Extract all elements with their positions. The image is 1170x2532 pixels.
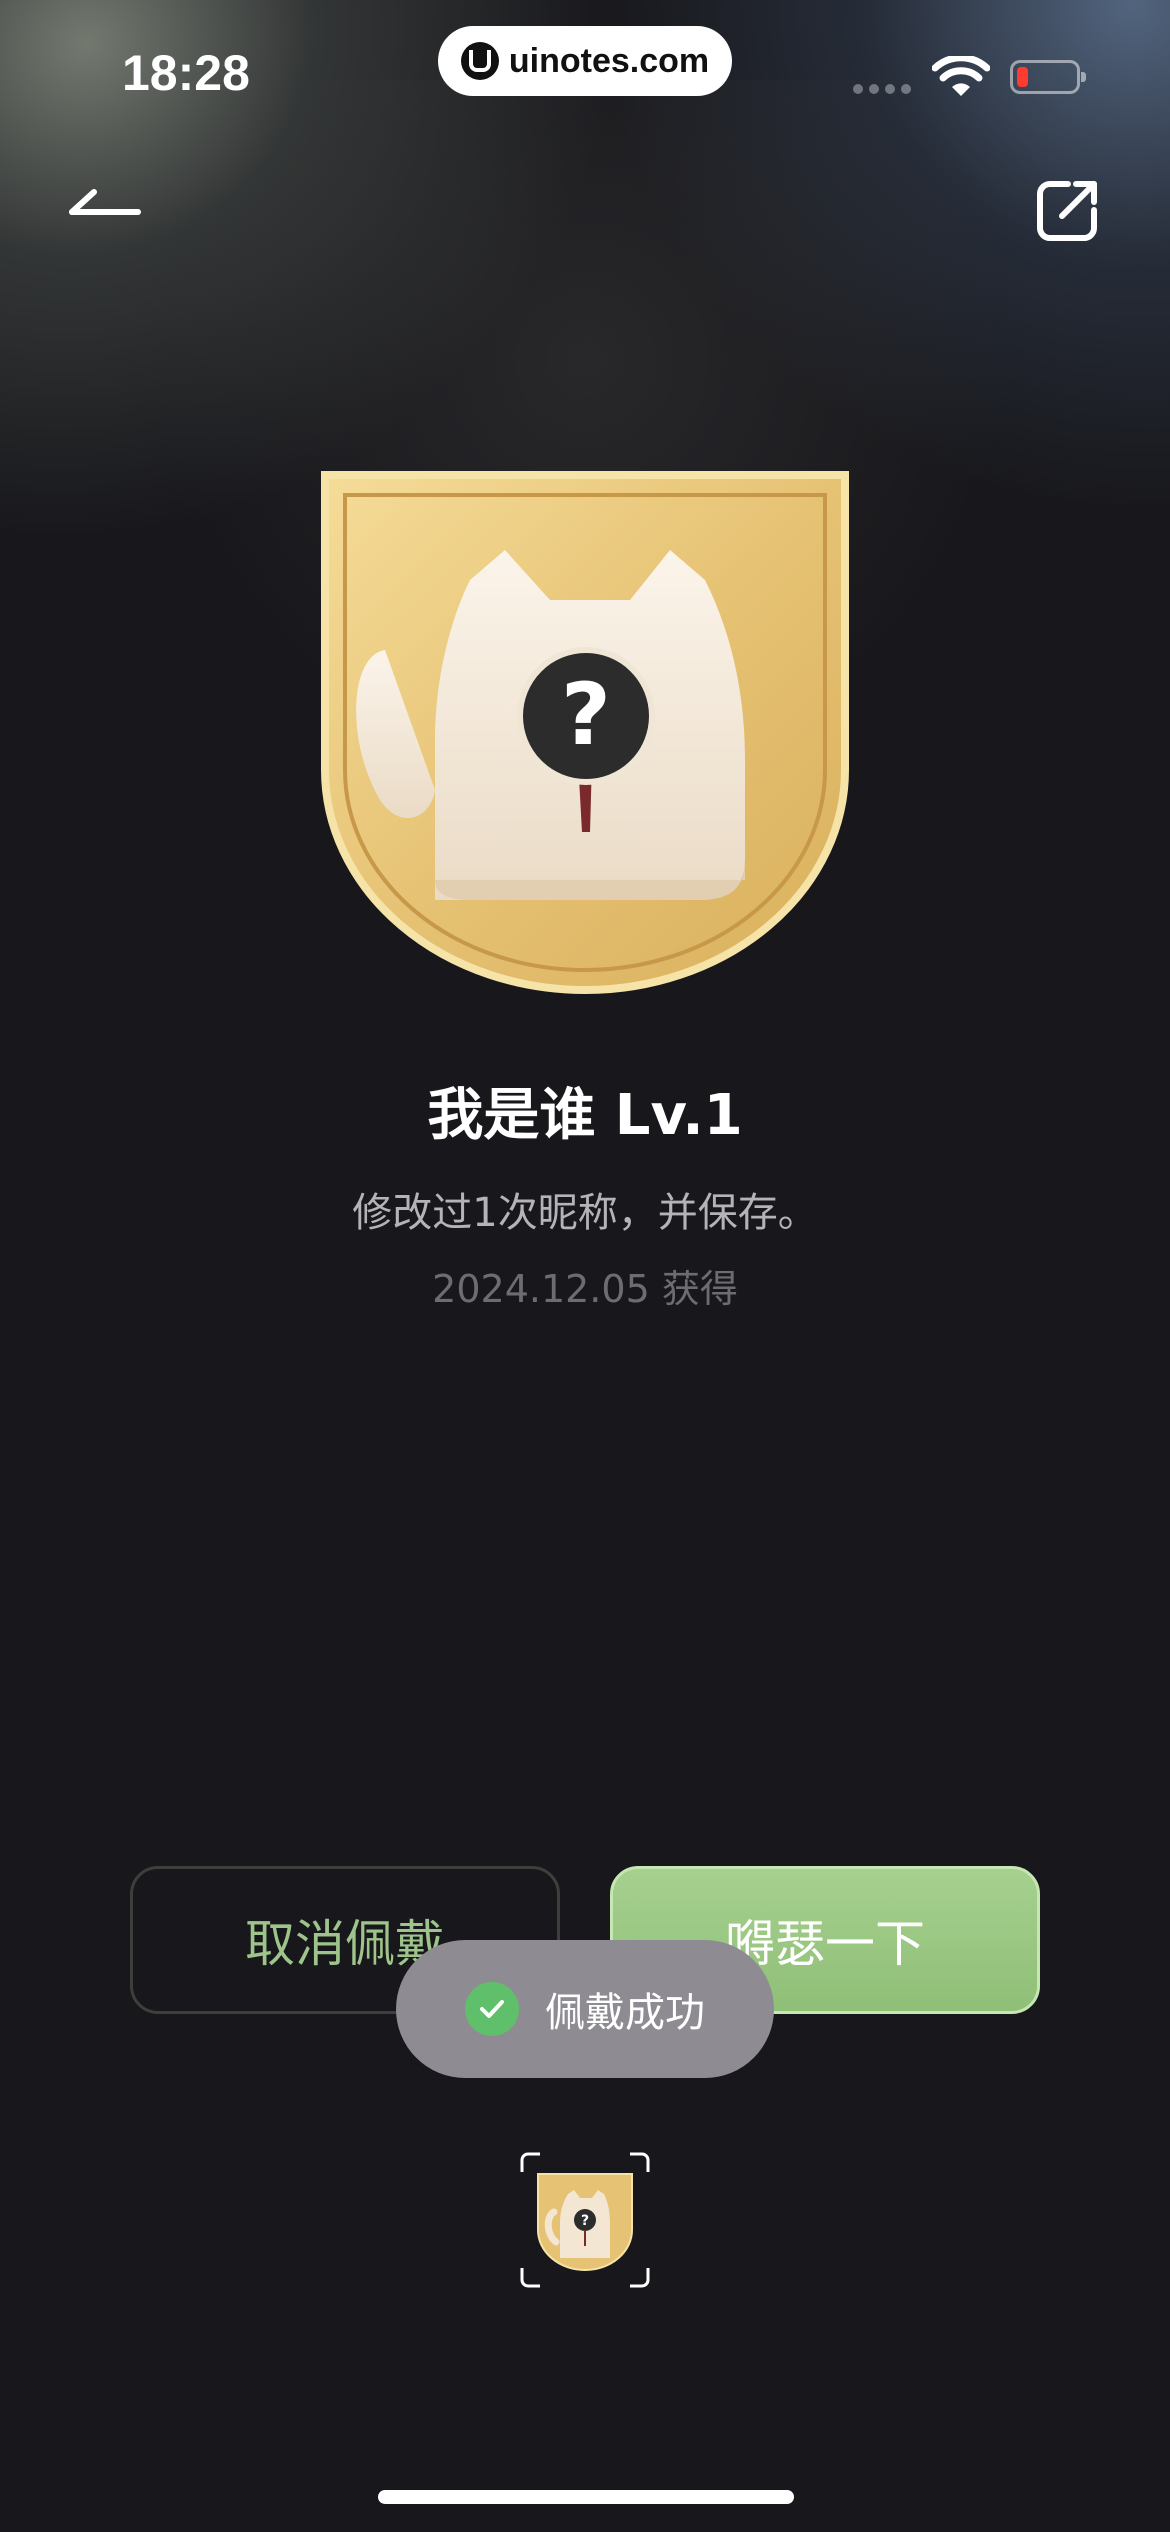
site-logo-icon xyxy=(460,42,499,80)
toast: 佩戴成功 xyxy=(396,1940,774,2078)
battery-level xyxy=(1017,67,1028,87)
mini-badge-question-mark: ? xyxy=(581,2213,589,2229)
url-pill: uinotes.com xyxy=(438,26,732,96)
badge-obtained-date: 2024.12.05 获得 xyxy=(432,1267,738,1311)
back-arrow-icon[interactable] xyxy=(66,176,146,246)
home-indicator xyxy=(378,2490,794,2504)
status-time: 18:28 xyxy=(122,45,250,101)
url-text: uinotes.com xyxy=(508,41,710,80)
check-circle-icon xyxy=(465,1982,519,2036)
mini-badge-thumbnail[interactable]: ? xyxy=(518,2150,652,2290)
share-icon[interactable] xyxy=(1032,176,1102,246)
badge-description: 修改过1次昵称，并保存。 xyxy=(352,1190,818,1236)
battery-icon xyxy=(1010,60,1086,94)
badge-question-mark: ? xyxy=(561,665,611,765)
badge-title: 我是谁 Lv.1 xyxy=(427,1083,743,1148)
toast-text: 佩戴成功 xyxy=(545,1990,705,2036)
wifi-icon xyxy=(932,56,990,96)
cellular-signal-icon xyxy=(853,84,911,94)
badge-emblem-image: ? xyxy=(321,471,849,994)
badge-detail-screen: 18:28 uinotes.com ? 我是谁 Lv.1 修改过1次昵称，并保存… xyxy=(0,0,1170,2532)
